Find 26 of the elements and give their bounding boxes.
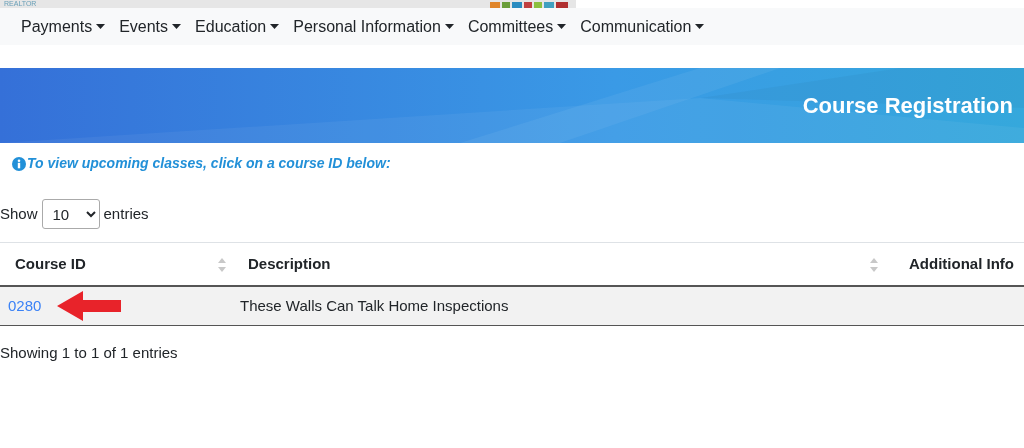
page-title: Course Registration (802, 92, 1013, 120)
sort-icon[interactable] (870, 258, 878, 272)
column-header[interactable]: Course ID (15, 254, 86, 272)
caret-icon (172, 24, 182, 29)
entries-select[interactable]: 10 (41, 199, 100, 229)
nav-menu-item[interactable]: Payments (21, 14, 106, 39)
caret-icon (557, 24, 567, 29)
table-summary: Showing 1 to 1 of 1 entries (0, 343, 179, 363)
nav-menu-item[interactable]: Events (119, 14, 182, 39)
table-cell: These Walls Can Talk Home Inspections (240, 296, 509, 314)
column-header[interactable]: Description (248, 254, 331, 272)
info-text: To view upcoming classes, click on a course ID below: (27, 154, 391, 173)
column-header[interactable]: Additional Info (909, 254, 1014, 272)
entries-label: entries (103, 203, 149, 224)
show-label: Show (0, 203, 38, 224)
nav-menu-item[interactable]: Communication (580, 14, 705, 39)
caret-icon (270, 24, 280, 29)
nav-menu-item[interactable]: Committees (467, 14, 567, 39)
caret-icon (444, 24, 454, 29)
sort-icon[interactable] (218, 258, 226, 272)
caret-icon (96, 24, 106, 29)
nav-menu-item[interactable]: Personal Information (293, 14, 454, 39)
info-icon (12, 156, 26, 171)
logo-icon (490, 0, 570, 8)
caret-icon (695, 24, 705, 29)
nav-menu-item[interactable]: Education (195, 14, 280, 39)
